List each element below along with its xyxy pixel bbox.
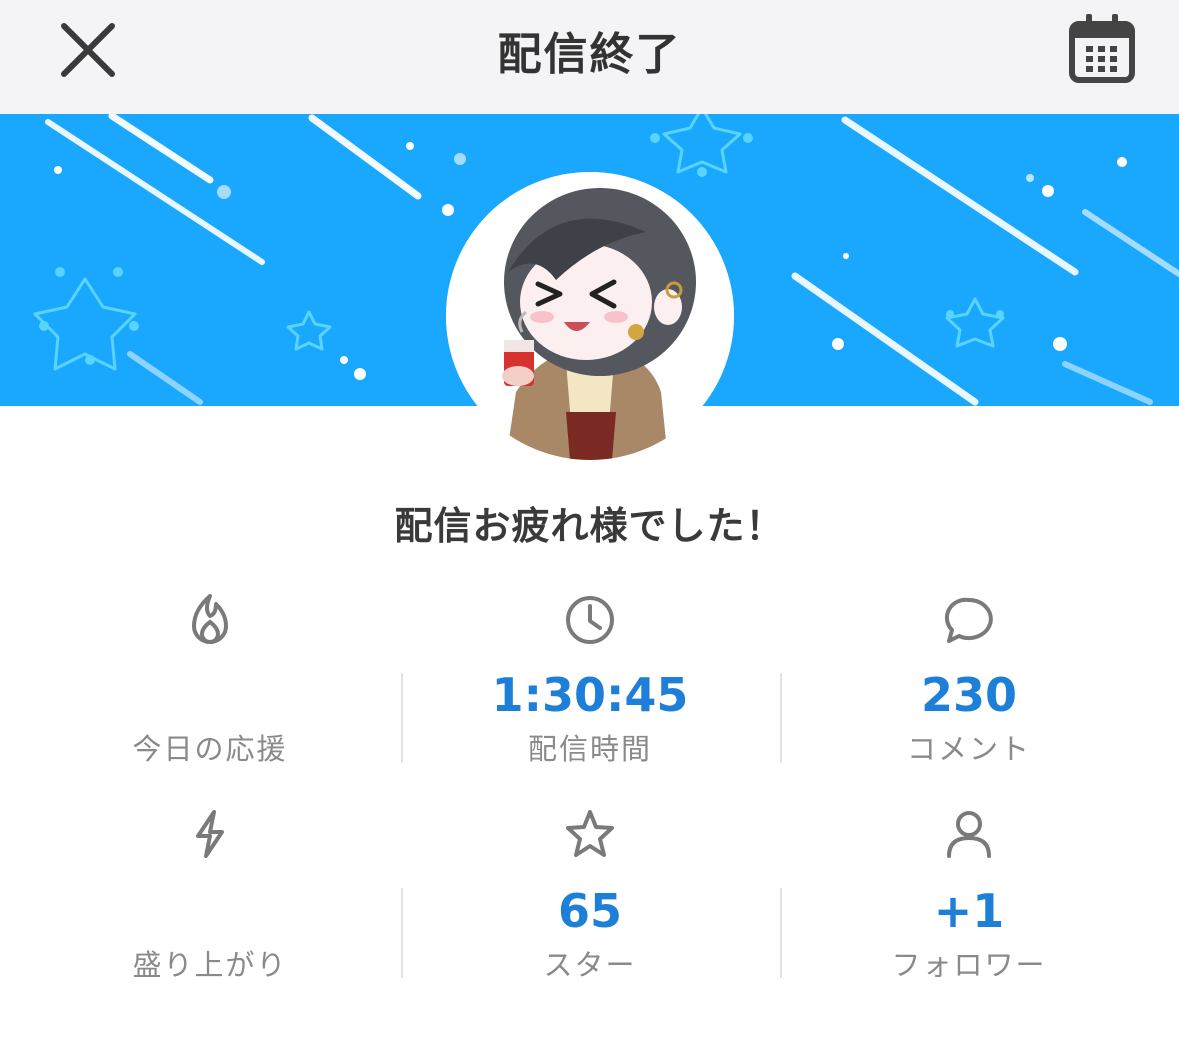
- page-title: 配信終了: [497, 29, 682, 80]
- stat-value: 65: [557, 884, 622, 938]
- flame-icon: [192, 594, 228, 645]
- stat-label: 盛り上がり: [132, 948, 288, 982]
- stat-value: 1:30:45: [491, 668, 689, 722]
- person-icon: [947, 811, 991, 858]
- clock-icon: [566, 596, 614, 644]
- stat-label: スター: [543, 948, 637, 982]
- calendar-icon[interactable]: [1064, 10, 1140, 86]
- stat-stream-time: 1:30:45 配信時間: [400, 590, 780, 770]
- end-message: 配信お疲れ様でした！: [394, 504, 785, 548]
- stat-today-support: 今日の応援: [20, 590, 400, 770]
- avatar-illustration: [446, 172, 734, 460]
- stat-followers: +1 フォロワー: [779, 804, 1159, 984]
- lightning-icon: [196, 810, 224, 858]
- top-bar: 配信終了: [0, 0, 1179, 115]
- stat-excitement: 盛り上がり: [20, 804, 400, 984]
- star-icon: [566, 810, 614, 857]
- stat-value: +1: [933, 884, 1005, 938]
- avatar: [446, 172, 734, 460]
- stat-stars: 65 スター: [400, 804, 780, 984]
- stat-label: フォロワー: [891, 948, 1047, 982]
- comment-icon: [944, 597, 993, 643]
- stat-label: 配信時間: [527, 732, 652, 766]
- stat-comments: 230 コメント: [779, 590, 1159, 770]
- stat-value: 230: [920, 668, 1018, 722]
- stat-label: 今日の応援: [132, 732, 288, 766]
- stat-label: コメント: [906, 732, 1031, 766]
